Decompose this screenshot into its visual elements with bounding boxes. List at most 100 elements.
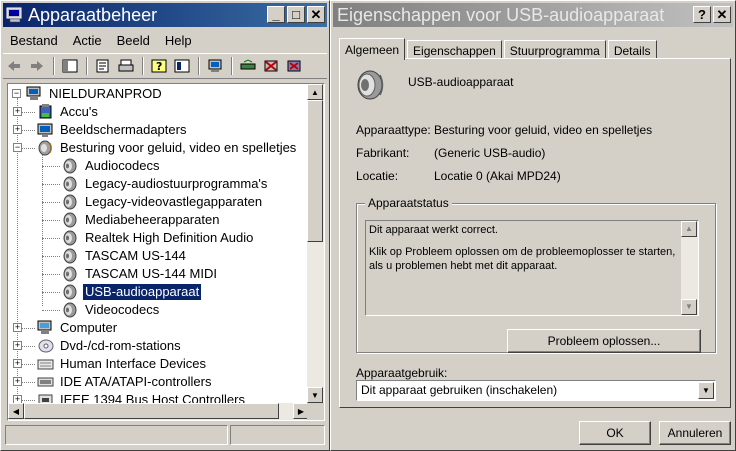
menu-beeld[interactable]: Beeld — [110, 33, 158, 48]
expand-toggle[interactable]: + — [13, 125, 22, 134]
scroll-thumb[interactable] — [24, 403, 279, 419]
toolbar-separator — [142, 57, 144, 75]
collapse-toggle[interactable]: − — [13, 143, 22, 152]
close-button[interactable]: ✕ — [713, 6, 731, 23]
scroll-down-button[interactable]: ▼ — [307, 387, 323, 403]
tree-item[interactable]: TASCAM US-144 — [62, 247, 188, 265]
print-icon[interactable] — [115, 55, 137, 77]
scroll-up-button[interactable]: ▲ — [681, 221, 697, 237]
menu-help[interactable]: Help — [158, 33, 200, 48]
scroll-down-button[interactable]: ▼ — [681, 299, 697, 315]
tab-algemeen[interactable]: Algemeen — [339, 38, 406, 60]
tree-item[interactable]: Computer — [37, 319, 119, 337]
device-status-text[interactable]: Dit apparaat werkt correct. Klik op Prob… — [365, 220, 699, 316]
tree-item-label: Dvd-/cd-rom-stations — [60, 338, 181, 353]
dialog-titlebar[interactable]: Eigenschappen voor USB-audioapparaat ? ✕ — [333, 3, 733, 27]
menu-bestand[interactable]: Bestand — [3, 33, 66, 48]
toolbar-separator — [231, 57, 233, 75]
disable-device-icon[interactable] — [260, 55, 282, 77]
tree-item-label: Besturing voor geluid, video en spelletj… — [60, 140, 297, 155]
update-driver-icon[interactable] — [237, 55, 259, 77]
tree-item[interactable]: Human Interface Devices — [37, 355, 208, 373]
scroll-left-button[interactable]: ◀ — [8, 403, 24, 419]
device-manager-titlebar[interactable]: Apparaatbeheer _ □ ✕ — [3, 3, 327, 27]
help-button[interactable]: ? — [693, 6, 711, 23]
tree-item[interactable]: TASCAM US-144 MIDI — [62, 265, 219, 283]
uninstall-device-icon[interactable] — [283, 55, 305, 77]
expand-toggle[interactable]: + — [13, 107, 22, 116]
view-icon[interactable] — [171, 55, 193, 77]
manufacturer-label: Fabrikant: — [356, 146, 410, 160]
tree-vertical-scrollbar[interactable]: ▲ ▼ — [307, 84, 324, 403]
speaker-icon — [62, 194, 80, 210]
tab-stuurprogramma[interactable]: Stuurprogramma — [503, 40, 606, 59]
computer-scan-icon[interactable] — [204, 55, 226, 77]
menu-actie[interactable]: Actie — [66, 33, 110, 48]
console-tree-icon[interactable] — [59, 55, 81, 77]
ok-button[interactable]: OK — [579, 421, 651, 445]
tree-item-selected[interactable]: USB-audioapparaat — [62, 283, 202, 301]
tree-item[interactable]: Legacy-videovastlegapparaten — [62, 193, 264, 211]
tree-horizontal-scrollbar[interactable]: ◀ ▶ — [8, 403, 309, 420]
tab-eigenschappen[interactable]: Eigenschappen — [407, 40, 502, 59]
status-bar — [5, 425, 325, 447]
tree-item-label: IEEE 1394 Bus Host Controllers — [60, 392, 245, 403]
speaker-icon — [62, 302, 80, 318]
device-status-group: Apparaatstatus Dit apparaat werkt correc… — [356, 196, 716, 353]
tab-strip: Algemeen Eigenschappen Stuurprogramma De… — [339, 37, 659, 60]
tree-item-label: Human Interface Devices — [60, 356, 206, 371]
tree-line — [42, 154, 43, 306]
tree-item-label: Beeldschermadapters — [60, 122, 187, 137]
device-usage-select[interactable]: Dit apparaat gebruiken (inschakelen) ▼ — [356, 380, 716, 401]
device-usage-label: Apparaatgebruik: — [356, 366, 448, 380]
tree-item[interactable]: IEEE 1394 Bus Host Controllers — [37, 391, 247, 403]
tree-item[interactable]: Mediabeheerapparaten — [62, 211, 221, 229]
troubleshoot-button[interactable]: Probleem oplossen... — [507, 329, 701, 353]
scroll-up-button[interactable]: ▲ — [307, 84, 323, 100]
forward-arrow-icon[interactable] — [26, 55, 48, 77]
tree-item-label: TASCAM US-144 — [85, 248, 186, 263]
location-value: Locatie 0 (Akai MPD24) — [434, 169, 561, 183]
tree-item[interactable]: Videocodecs — [62, 301, 161, 319]
tree-item-label: IDE ATA/ATAPI-controllers — [60, 374, 212, 389]
tree-item-label: Accu's — [60, 104, 98, 119]
expand-toggle[interactable]: + — [13, 377, 22, 386]
back-arrow-icon[interactable] — [3, 55, 25, 77]
chevron-down-icon[interactable]: ▼ — [698, 382, 714, 399]
help-icon[interactable]: ? — [148, 55, 170, 77]
expand-toggle[interactable]: + — [13, 341, 22, 350]
collapse-toggle[interactable]: − — [12, 89, 21, 98]
cancel-button[interactable]: Annuleren — [659, 421, 731, 445]
maximize-button[interactable]: □ — [287, 6, 305, 23]
tree-line — [42, 184, 60, 185]
tree-item[interactable]: Besturing voor geluid, video en spelletj… — [37, 139, 298, 157]
expand-toggle[interactable]: + — [13, 359, 22, 368]
tree-item[interactable]: Realtek High Definition Audio — [62, 229, 255, 247]
scroll-corner — [307, 403, 324, 420]
scroll-thumb[interactable] — [307, 100, 323, 242]
tab-details[interactable]: Details — [607, 40, 657, 59]
properties-icon[interactable] — [92, 55, 114, 77]
tree-root[interactable]: − NIELDURANPROD — [12, 85, 164, 103]
manufacturer-value: (Generic USB-audio) — [434, 146, 546, 160]
expand-toggle[interactable]: + — [13, 323, 22, 332]
speaker-icon — [62, 176, 80, 192]
tree-item-label: Legacy-videovastlegapparaten — [85, 194, 263, 209]
expand-toggle[interactable]: + — [13, 395, 22, 403]
window-title: Apparaatbeheer — [28, 4, 158, 25]
tree-item[interactable]: Legacy-audiostuurprogramma's — [62, 175, 269, 193]
tree-item[interactable]: Audiocodecs — [62, 157, 161, 175]
tree-line — [42, 292, 60, 293]
device-status-title: Apparaatstatus — [365, 196, 452, 210]
tree-item[interactable]: IDE ATA/ATAPI-controllers — [37, 373, 213, 391]
device-usage-value: Dit apparaat gebruiken (inschakelen) — [361, 383, 558, 397]
close-button[interactable]: ✕ — [307, 6, 325, 23]
tree-item-label: USB-audioapparaat — [83, 284, 202, 300]
tree-item[interactable]: Accu's — [37, 103, 100, 121]
tree-item[interactable]: Dvd-/cd-rom-stations — [37, 337, 183, 355]
status-scrollbar[interactable]: ▲ ▼ — [681, 221, 698, 315]
tree-item-label: Audiocodecs — [85, 158, 160, 173]
device-name: USB-audioapparaat — [408, 75, 514, 89]
tree-item[interactable]: Beeldschermadapters — [37, 121, 188, 139]
minimize-button[interactable]: _ — [267, 6, 285, 23]
